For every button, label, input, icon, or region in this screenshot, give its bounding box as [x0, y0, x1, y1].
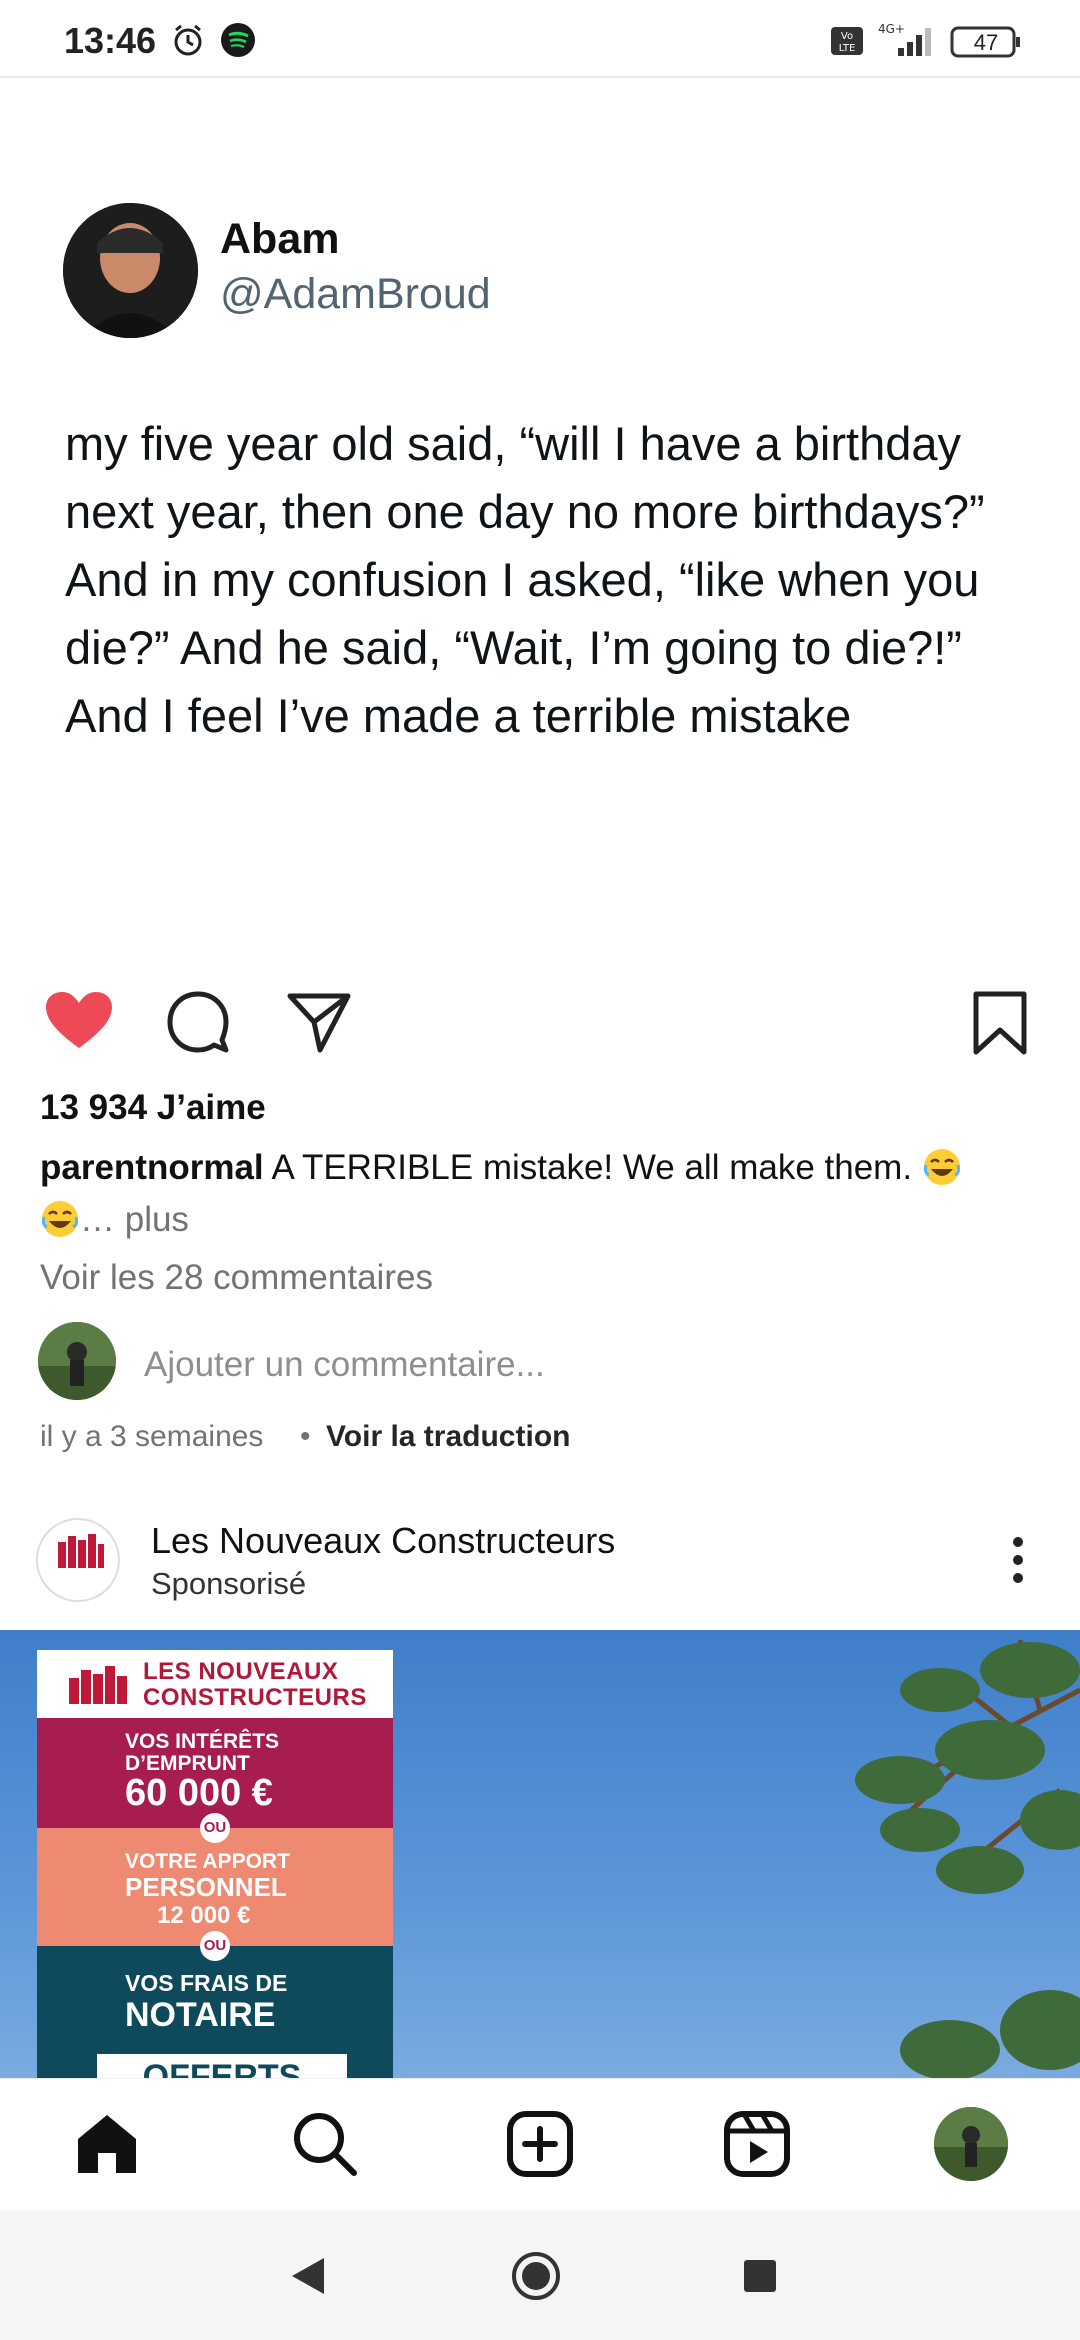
- recent-apps-icon[interactable]: [744, 2260, 776, 2292]
- svg-text:LTE: LTE: [839, 43, 856, 54]
- tweet-author-name[interactable]: Abam: [220, 215, 339, 264]
- ad-contribution-line2: PERSONNEL: [125, 1872, 287, 1902]
- advertiser-logo[interactable]: [36, 1518, 120, 1602]
- ad-contribution-line1: VOTRE APPORT: [125, 1850, 290, 1873]
- tweet-author-avatar[interactable]: [63, 203, 198, 338]
- bottom-navigation: [0, 2078, 1080, 2210]
- spotify-icon: [221, 23, 255, 57]
- network-label: 4G+: [878, 22, 905, 36]
- system-navigation-bar: [0, 2210, 1080, 2340]
- alarm-icon: [174, 24, 202, 56]
- ad-or-badge: OU: [200, 1813, 230, 1843]
- ad-brand-logo-icon: [69, 1666, 127, 1704]
- current-user-avatar: [38, 1322, 116, 1400]
- ad-panel-title-line1: LES NOUVEAUX: [143, 1658, 339, 1685]
- tweet-author-handle[interactable]: @AdamBroud: [220, 270, 491, 319]
- home-icon[interactable]: [72, 2109, 142, 2179]
- reels-icon[interactable]: [722, 2109, 792, 2179]
- ad-notary-line2: NOTAIRE: [125, 1996, 276, 2034]
- see-translation-link[interactable]: Voir la traduction: [326, 1420, 570, 1454]
- view-comments-link[interactable]: Voir les 28 commentaires: [40, 1258, 433, 1298]
- sponsored-label: Sponsorisé: [151, 1566, 307, 1601]
- caption-username[interactable]: parentnormal: [40, 1148, 264, 1187]
- more-options-icon[interactable]: [1006, 1535, 1030, 1585]
- post-caption: parentnormal A TERRIBLE mistake! We all …: [40, 1142, 1040, 1246]
- caption-more-link[interactable]: … plus: [80, 1200, 189, 1239]
- status-time: 13:46: [64, 20, 157, 61]
- ad-offered-label: OFFERTS: [97, 2054, 347, 2078]
- ad-or-badge: OU: [200, 1931, 230, 1961]
- ad-loan-line1: VOS INTÉRÊTS: [125, 1730, 280, 1753]
- heart-icon[interactable]: [44, 990, 114, 1052]
- laughing-emoji-icon: [41, 1201, 79, 1237]
- save-icon[interactable]: [972, 990, 1028, 1056]
- advertiser-name[interactable]: Les Nouveaux Constructeurs: [151, 1520, 615, 1562]
- laughing-emoji-icon: [923, 1149, 960, 1185]
- caption-text: A TERRIBLE mistake! We all make them.: [263, 1148, 922, 1187]
- profile-avatar[interactable]: [934, 2107, 1008, 2181]
- status-bar: 13:46 Vo LTE 4G+ 47: [0, 0, 1080, 80]
- pine-tree: [855, 1639, 1080, 2078]
- ad-panel-header: LES NOUVEAUX CONSTRUCTEURS: [37, 1650, 393, 1718]
- battery-level: 47: [973, 30, 999, 55]
- tweet-text: my five year old said, “will I have a bi…: [65, 417, 985, 742]
- home-button-icon[interactable]: [510, 2250, 562, 2302]
- ad-loan-amount: 60 000 €: [125, 1772, 273, 1814]
- status-divider: [0, 76, 1080, 78]
- volte-icon: Vo LTE: [831, 27, 863, 55]
- svg-text:Vo: Vo: [841, 31, 853, 42]
- comment-icon[interactable]: [166, 990, 230, 1054]
- search-icon[interactable]: [290, 2109, 360, 2179]
- signal-icon: 4G+: [878, 22, 931, 56]
- like-count[interactable]: 13 934 J’aime: [40, 1088, 266, 1128]
- ad-contribution-amount: 12 000 €: [157, 1902, 251, 1929]
- back-icon[interactable]: [290, 2256, 326, 2296]
- post-timestamp: il y a 3 semaines: [40, 1420, 264, 1453]
- separator-dot: •: [300, 1420, 311, 1453]
- add-comment-input[interactable]: Ajouter un commentaire...: [144, 1345, 545, 1385]
- ad-panel-title-line2: CONSTRUCTEURS: [143, 1684, 367, 1711]
- create-post-icon[interactable]: [505, 2109, 575, 2179]
- ad-promo-panel: LES NOUVEAUX CONSTRUCTEURS VOS INTÉRÊTS …: [37, 1650, 393, 2078]
- ad-image[interactable]: LES NOUVEAUX CONSTRUCTEURS VOS INTÉRÊTS …: [0, 1630, 1080, 2078]
- share-icon[interactable]: [286, 990, 352, 1054]
- ad-notary-line1: VOS FRAIS DE: [125, 1970, 288, 1996]
